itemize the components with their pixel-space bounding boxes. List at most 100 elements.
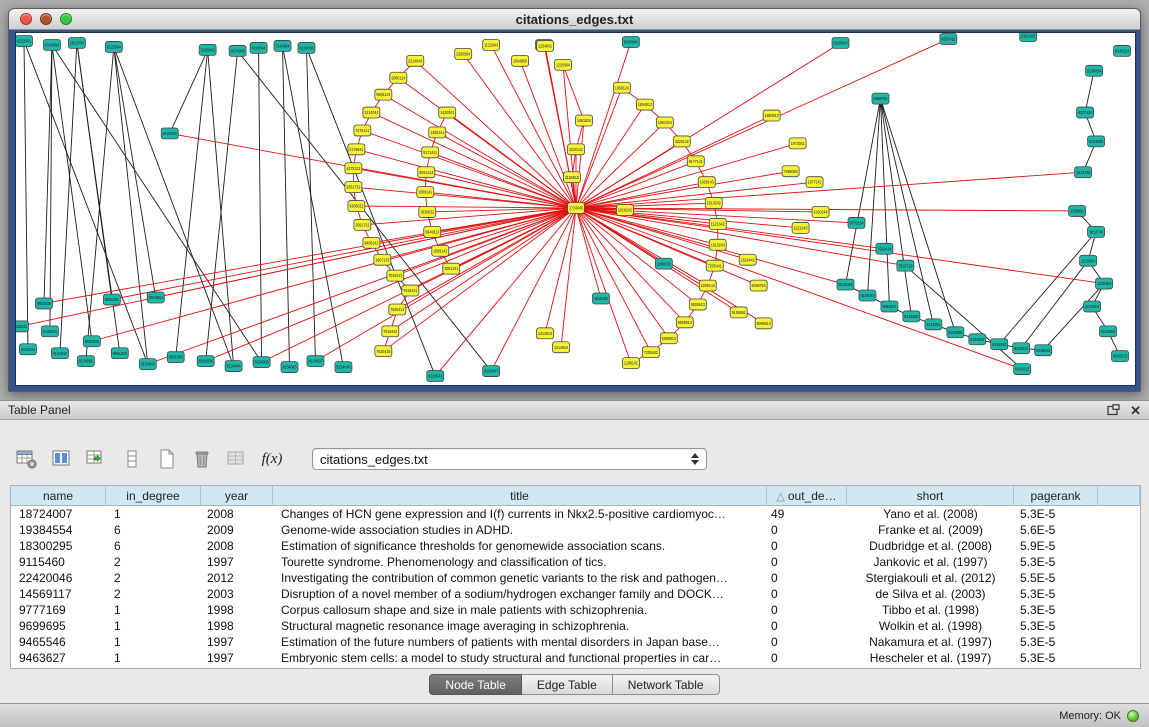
network-edge[interactable] (561, 208, 576, 347)
network-node[interactable]: 1210554 (1080, 255, 1097, 266)
network-node[interactable]: 8495754 (750, 280, 767, 291)
network-node[interactable]: 8135042 (16, 321, 28, 332)
tab-node-table[interactable]: Node Table (429, 674, 522, 695)
show-columns-icon[interactable] (49, 447, 75, 471)
network-edge[interactable] (356, 149, 576, 208)
network-node[interactable]: 7625413 (387, 270, 404, 281)
network-node[interactable]: 1977141 (806, 177, 823, 188)
network-node[interactable]: 8134906 (253, 357, 270, 368)
network-node[interactable]: 3220141 (568, 144, 585, 155)
network-node[interactable]: 9161163 (1020, 33, 1037, 41)
network-edge[interactable] (86, 47, 114, 361)
delete-table-icon[interactable] (189, 447, 215, 471)
network-node[interactable]: 1009143 (698, 177, 715, 188)
table-row[interactable]: 1938455462009Genome-wide association stu… (11, 522, 1140, 538)
network-node[interactable]: 7619442 (382, 326, 399, 337)
column-header-short[interactable]: short (847, 486, 1014, 505)
network-node[interactable]: 9245114 (1114, 45, 1131, 56)
network-edge[interactable] (170, 50, 208, 134)
network-edge[interactable] (451, 208, 576, 269)
network-node[interactable]: 7143904 (274, 40, 291, 51)
column-header-title[interactable]: title (273, 486, 767, 505)
network-graph[interactable]: 8133041813490418137348125904918304391740… (16, 33, 1135, 385)
network-node[interactable]: 5901584 (197, 356, 214, 367)
network-node[interactable]: 1958163 (655, 258, 672, 269)
network-node[interactable]: 8193044 (250, 42, 267, 53)
network-node[interactable]: 9345013 (1014, 364, 1031, 375)
network-edge[interactable] (867, 99, 880, 296)
network-node[interactable]: 2661731 (345, 182, 362, 193)
table-row[interactable]: 946362711997Embryonic stem cells: a mode… (11, 650, 1140, 666)
network-node[interactable]: 8505913 (676, 317, 693, 328)
network-node[interactable]: 9134046 (335, 362, 352, 373)
network-node[interactable]: 9308022 (348, 201, 365, 212)
network-node[interactable]: 8096513 (755, 318, 772, 329)
network-node[interactable]: 6505913 (689, 299, 706, 310)
network-node[interactable]: 1358141 (429, 127, 446, 138)
network-edge[interactable] (430, 152, 576, 208)
network-node[interactable]: 7619441 (402, 285, 419, 296)
network-node[interactable]: 1122043 (483, 39, 500, 50)
network-edge[interactable] (114, 47, 148, 364)
network-node[interactable]: 1850813 (763, 110, 780, 121)
network-node[interactable]: 2060124 (390, 72, 407, 83)
network-node[interactable]: 9134044 (225, 361, 242, 372)
network-edge[interactable] (208, 50, 234, 366)
network-node[interactable]: 9134043 (139, 359, 156, 370)
network-edge[interactable] (306, 48, 315, 361)
column-header-name[interactable]: name (11, 486, 106, 505)
network-edge[interactable] (1021, 261, 1088, 349)
network-node[interactable]: 3081331 (443, 263, 460, 274)
network-edge[interactable] (52, 45, 92, 341)
network-edge[interactable] (576, 172, 1083, 208)
close-panel-icon[interactable]: ✕ (1130, 404, 1141, 417)
network-node[interactable]: 9051837 (881, 301, 898, 312)
network-edge[interactable] (356, 206, 576, 208)
network-node[interactable]: 7205441 (706, 260, 723, 271)
network-node[interactable]: 8134905 (77, 356, 94, 367)
network-node[interactable]: 1958124 (613, 82, 630, 93)
network-edge[interactable] (114, 47, 234, 366)
network-canvas[interactable]: 8133041813490418137348125904918304391740… (15, 32, 1136, 386)
network-node[interactable]: 8125904 (105, 41, 122, 52)
network-node[interactable]: 1420041 (439, 107, 456, 118)
network-node[interactable]: 9408141 (363, 237, 380, 248)
column-header-pagerank[interactable]: pagerank (1014, 486, 1098, 505)
network-node[interactable]: 7919716 (897, 260, 914, 271)
network-node[interactable]: 1724045 (568, 203, 585, 214)
network-node[interactable]: 1813746 (1088, 226, 1105, 237)
network-edge[interactable] (576, 208, 1104, 284)
network-node[interactable]: 9250412 (940, 33, 957, 44)
network-node[interactable]: 1830022 (419, 207, 436, 218)
network-node[interactable]: 1254941 (537, 40, 554, 51)
network-node[interactable]: 1121642 (709, 218, 726, 229)
network-node[interactable]: 9245012 (1013, 343, 1030, 354)
network-node[interactable]: 1162615 (564, 172, 581, 183)
network-node[interactable]: 9051391 (103, 294, 120, 305)
network-node[interactable]: 7275141 (354, 125, 371, 136)
network-node[interactable]: 9189561 (730, 307, 747, 318)
column-header-in-degree[interactable]: in_degree (106, 486, 201, 505)
network-node[interactable]: 1667133 (374, 254, 391, 265)
minimize-window-button[interactable] (40, 13, 52, 25)
network-node[interactable]: 1616442 (739, 254, 756, 265)
network-node[interactable]: 1973041 (789, 138, 806, 149)
network-edge[interactable] (395, 208, 576, 276)
network-node[interactable]: 1813745 (1075, 167, 1092, 178)
network-edge[interactable] (259, 48, 262, 362)
network-node[interactable]: 1664950 (512, 55, 529, 66)
network-node[interactable]: 1121643 (792, 222, 809, 233)
network-edge[interactable] (576, 208, 718, 245)
network-node[interactable]: 1009142 (432, 245, 449, 256)
float-panel-icon[interactable] (1107, 404, 1120, 416)
network-edge[interactable] (440, 208, 576, 251)
network-node[interactable]: 9606134 (375, 89, 392, 100)
network-edge[interactable] (92, 208, 576, 341)
network-edge[interactable] (576, 116, 772, 208)
network-node[interactable]: 1610244 (812, 207, 829, 218)
network-node[interactable]: 9940813 (424, 226, 441, 237)
network-node[interactable]: 9134050 (903, 311, 920, 322)
network-edge[interactable] (447, 113, 576, 208)
network-node[interactable]: 9174036 (229, 45, 246, 56)
network-node[interactable]: 8183043 (832, 37, 849, 48)
